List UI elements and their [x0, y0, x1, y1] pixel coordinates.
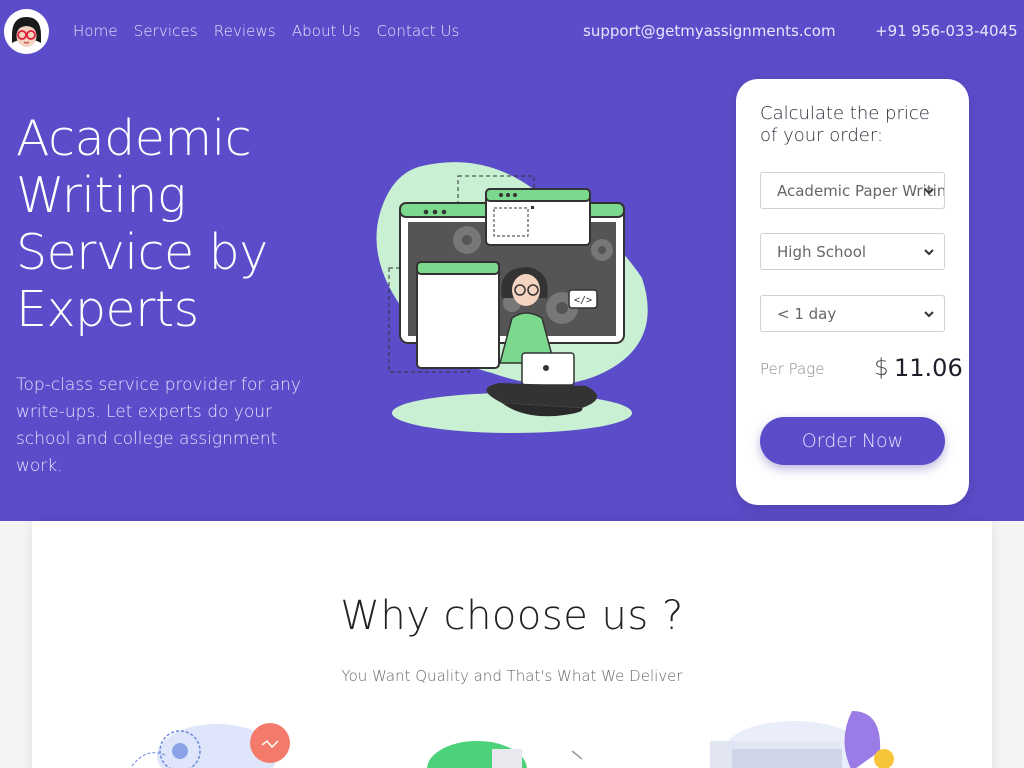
site-logo[interactable] [4, 9, 49, 54]
why-subtitle: You Want Quality and That's What We Deli… [341, 667, 683, 685]
deadline-value: < 1 day [777, 304, 837, 323]
hero-title: Academic Writing Service by Experts [16, 110, 268, 338]
feature-illustration-support [710, 711, 894, 768]
phone-link[interactable]: +91 956-033-4045 [875, 22, 1018, 40]
nav-contact-link[interactable]: Contact Us [377, 22, 460, 40]
order-now-button[interactable]: Order Now [760, 417, 945, 465]
chevron-down-icon [924, 188, 934, 195]
support-email-link[interactable]: support@getmyassignments.com [583, 22, 836, 40]
hero-section: Home Services Reviews About Us Contact U… [0, 0, 1024, 521]
svg-text:</>: </> [574, 295, 592, 306]
currency-symbol: $ [874, 355, 889, 381]
paper-type-select[interactable]: Academic Paper Writing [760, 172, 945, 209]
price-per-page: 11.06 [894, 354, 963, 382]
price-calculator-card: Calculate the price of your order: Acade… [736, 79, 969, 505]
nav-reviews-link[interactable]: Reviews [214, 22, 276, 40]
calculator-title: Calculate the price of your order: [760, 103, 930, 146]
main-nav: Home Services Reviews About Us Contact U… [73, 22, 459, 40]
hero-subtitle: Top-class service provider for any write… [16, 375, 301, 476]
paper-type-value: Academic Paper Writing [777, 181, 945, 200]
nav-services-link[interactable]: Services [134, 22, 198, 40]
feature-illustration-experts [427, 741, 583, 768]
academic-level-value: High School [777, 242, 867, 261]
developer-laptop-illustration: </> [376, 162, 648, 433]
chevron-down-icon [924, 311, 934, 318]
why-choose-us-section: Why choose us ? You Want Quality and Tha… [32, 521, 992, 768]
per-page-label: Per Page [760, 360, 825, 378]
chevron-down-icon [924, 249, 934, 256]
nav-about-link[interactable]: About Us [292, 22, 361, 40]
feature-illustration-quality [131, 723, 290, 768]
logo-girl-icon [4, 9, 49, 54]
deadline-select[interactable]: < 1 day [760, 295, 945, 332]
nav-home-link[interactable]: Home [73, 22, 118, 40]
academic-level-select[interactable]: High School [760, 233, 945, 270]
why-title: Why choose us ? [340, 593, 684, 639]
